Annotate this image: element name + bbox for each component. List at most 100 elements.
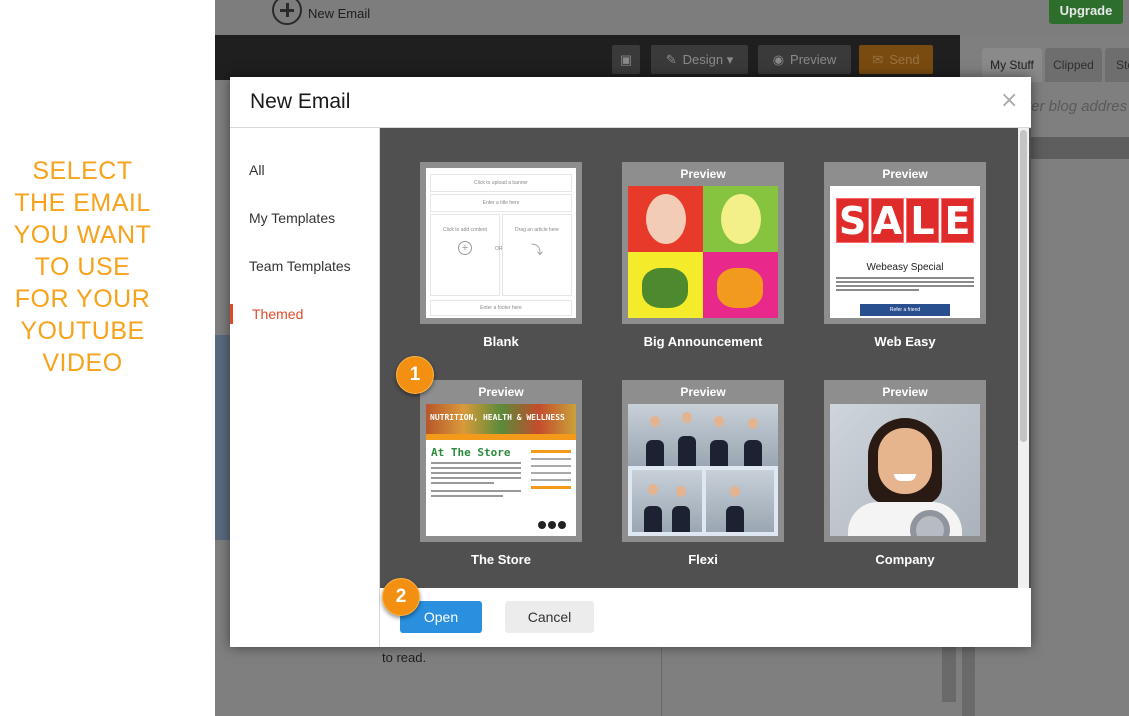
design-label: Design ▾ — [682, 51, 734, 67]
template-frame: Preview S A L E Webeasy Special Refer a … — [824, 162, 986, 324]
editor-scrollbar[interactable] — [942, 640, 956, 702]
template-card-the-store[interactable]: Preview NUTRITION, HEALTH & WELLNESS At … — [420, 380, 582, 567]
text-line — [836, 285, 974, 287]
dialog-title: New Email — [250, 90, 351, 113]
template-gallery: Click to upload a banner Enter a title h… — [380, 128, 1031, 588]
save-button[interactable]: ▣ — [612, 45, 640, 74]
business-team-photo — [628, 404, 778, 466]
gallery-scrollbar[interactable] — [1018, 128, 1029, 588]
new-email-top-button[interactable]: New Email — [272, 0, 370, 26]
google-icon — [548, 521, 556, 529]
instruction-line: TO USE — [34, 253, 131, 281]
template-thumbnail — [628, 404, 778, 536]
person-face — [714, 416, 724, 427]
dialog-footer: Open Cancel — [380, 588, 1031, 647]
category-list: All My Templates Team Templates Themed — [230, 128, 380, 647]
template-frame: Preview — [622, 162, 784, 324]
text-line — [836, 277, 974, 279]
blank-article-slot: Drag an article here ⤵ — [502, 214, 572, 296]
template-frame: Preview NUTRITION, HEALTH & WELLNESS At … — [420, 380, 582, 542]
pop-art-quadrant — [703, 252, 778, 318]
category-my-templates[interactable]: My Templates — [249, 210, 335, 226]
template-name: The Store — [471, 552, 531, 567]
eye-icon: ◉ — [772, 51, 785, 67]
tab-stock[interactable]: Sto — [1105, 48, 1129, 82]
engineer-face — [878, 428, 932, 494]
template-card-flexi[interactable]: Preview Flexi — [622, 380, 784, 567]
preview-header: Preview — [680, 385, 726, 399]
template-frame: Preview — [824, 380, 986, 542]
person-suit — [646, 440, 664, 466]
template-name: Web Easy — [874, 334, 936, 349]
instruction-panel: SELECT THE EMAIL YOU WANT TO USE FOR YOU… — [0, 0, 215, 716]
pop-art-quadrant — [703, 186, 778, 252]
category-all[interactable]: All — [249, 162, 265, 178]
person-face — [676, 486, 686, 497]
store-banner-text: NUTRITION, HEALTH & WELLNESS — [430, 413, 565, 422]
pop-art-map — [717, 268, 763, 308]
person-face — [650, 416, 660, 427]
blank-title-slot: Enter a title here — [430, 194, 572, 212]
template-card-big-announcement[interactable]: Preview Big Announcement — [622, 162, 784, 349]
instruction-line: YOUTUBE — [20, 317, 145, 345]
person-face — [730, 486, 740, 497]
twitter-icon — [538, 521, 546, 529]
instruction-text: SELECT THE EMAIL YOU WANT TO USE FOR YOU… — [0, 155, 165, 379]
send-button[interactable]: ✉ Send — [859, 45, 933, 74]
person-suit — [744, 440, 762, 466]
tab-clipped[interactable]: Clipped — [1045, 48, 1102, 82]
person-suit — [644, 506, 662, 532]
engineer-smile — [894, 474, 916, 481]
template-thumbnail: S A L E Webeasy Special Refer a friend — [830, 186, 980, 318]
web-easy-subtitle: Webeasy Special — [866, 262, 944, 273]
gallery-scroll-thumb[interactable] — [1020, 130, 1027, 442]
dialog-header: New Email × — [230, 77, 1031, 128]
template-card-web-easy[interactable]: Preview S A L E Webeasy Special Refer a … — [824, 162, 986, 349]
pop-art-map — [642, 268, 688, 308]
store-body-lines — [431, 462, 521, 500]
text-line — [836, 289, 919, 291]
template-card-company[interactable]: Preview Company — [824, 380, 986, 567]
template-frame: Click to upload a banner Enter a title h… — [420, 162, 582, 324]
editor-divider — [661, 640, 662, 716]
template-name: Big Announcement — [643, 334, 763, 349]
pop-art-quadrant — [628, 252, 703, 318]
category-team-templates[interactable]: Team Templates — [249, 258, 351, 274]
category-themed[interactable]: Themed — [252, 306, 303, 322]
instruction-line: YOU WANT — [13, 221, 152, 249]
upgrade-button[interactable]: Upgrade — [1049, 0, 1123, 24]
facebook-icon — [558, 521, 566, 529]
sale-tag: E — [941, 198, 974, 243]
template-thumbnail: Click to upload a banner Enter a title h… — [426, 168, 576, 318]
cancel-button[interactable]: Cancel — [505, 601, 594, 633]
preview-button[interactable]: ◉ Preview — [758, 45, 851, 74]
sale-tag: L — [906, 198, 939, 243]
envelope-icon: ✉ — [872, 51, 884, 67]
text-line — [431, 482, 494, 484]
side-tabs: My Stuff Clipped Sto — [975, 35, 1129, 82]
text-line — [531, 458, 571, 460]
template-name: Company — [875, 552, 935, 567]
plus-circle-icon — [272, 0, 302, 25]
close-icon[interactable]: × — [1000, 88, 1018, 113]
text-line — [431, 467, 521, 469]
app-topbar: New Email Upgrade — [215, 0, 1129, 35]
new-email-dialog: New Email × All My Templates Team Templa… — [230, 77, 1031, 647]
new-email-top-label: New Email — [308, 5, 371, 21]
template-thumbnail: NUTRITION, HEALTH & WELLNESS At The Stor… — [426, 404, 576, 536]
text-line — [531, 479, 571, 481]
store-divider — [426, 434, 576, 440]
text-line — [431, 472, 521, 474]
editor-toolbar: ▣ ✎ Design ▾ ◉ Preview ✉ Send — [215, 35, 960, 80]
plus-icon: + — [458, 241, 472, 255]
editor-image-strip — [215, 335, 230, 540]
text-line — [531, 465, 571, 467]
web-easy-body-lines — [836, 277, 974, 293]
blank-content-slot: Click to add content + — [430, 214, 500, 296]
instruction-line: FOR YOUR — [14, 285, 151, 313]
person-suit — [726, 506, 744, 532]
preview-header: Preview — [478, 385, 524, 399]
design-button[interactable]: ✎ Design ▾ — [651, 45, 748, 74]
pop-art-face — [721, 194, 761, 244]
template-card-blank[interactable]: Click to upload a banner Enter a title h… — [420, 162, 582, 349]
